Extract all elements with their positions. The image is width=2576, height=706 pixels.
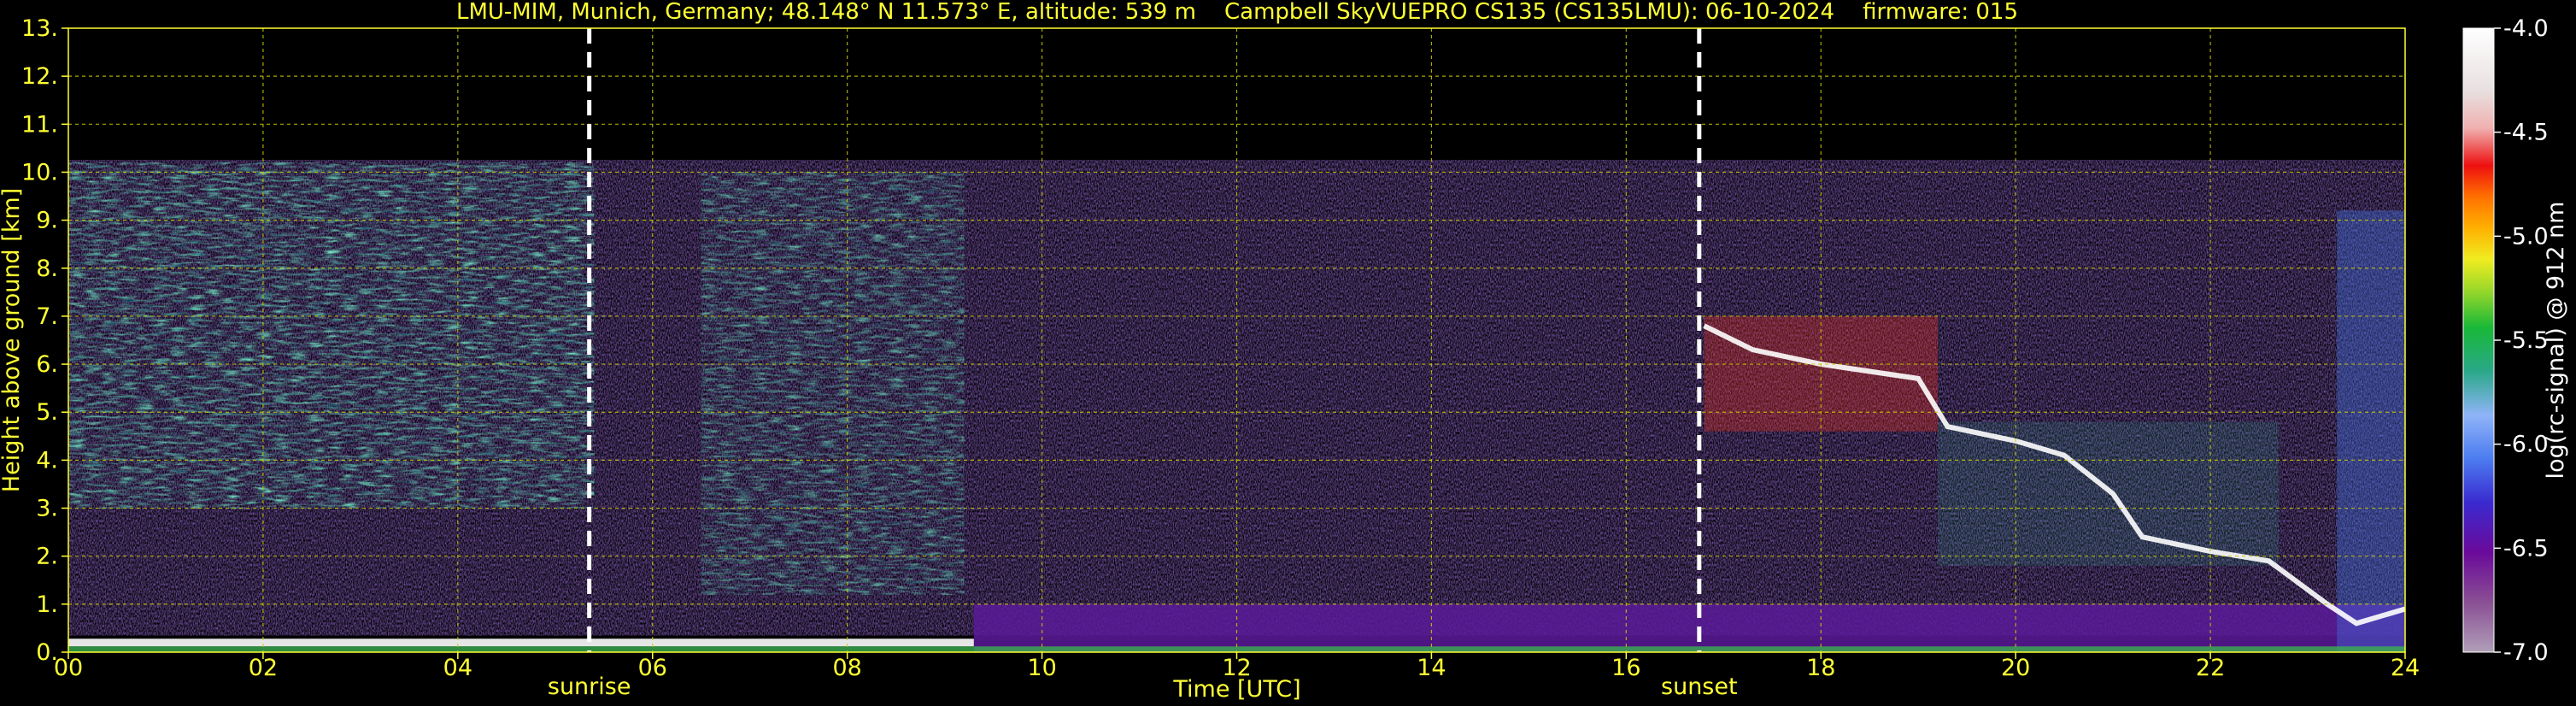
feature-0 xyxy=(68,162,595,509)
y-tick-label-2: 2. xyxy=(36,544,58,570)
cb-tick-label-4: -6.0 xyxy=(2503,432,2549,458)
y-tick-label-4: 4. xyxy=(36,447,58,474)
x-tick-label-3: 06 xyxy=(638,655,667,681)
y-axis-label: Height above ground [km] xyxy=(0,188,25,492)
ceilometer-chart: sunrise sunset 0.1.2.3.4.5.6.7.8.9.10.11.… xyxy=(0,0,2569,703)
cb-tick-label-5: -6.5 xyxy=(2503,535,2549,562)
cb-tick-label-6: -7.0 xyxy=(2503,639,2549,666)
cb-tick-label-3: -5.5 xyxy=(2503,327,2549,354)
x-tick-label-10: 20 xyxy=(2001,655,2030,681)
x-tick-label-1: 02 xyxy=(249,655,278,681)
y-tick-label-11: 11. xyxy=(21,111,58,138)
x-tick-label-7: 14 xyxy=(1417,655,1446,681)
y-tick-label-5: 5. xyxy=(36,399,58,426)
x-axis-label: Time [UTC] xyxy=(1172,676,1300,703)
feature-1 xyxy=(701,172,965,595)
y-tick-label-13: 13. xyxy=(21,15,58,42)
y-tick-label-7: 7. xyxy=(36,303,58,330)
x-tick-label-0: 00 xyxy=(54,655,83,681)
y-axis-ticks: 0.1.2.3.4.5.6.7.8.9.10.11.12.13. xyxy=(21,15,68,666)
x-tick-label-11: 22 xyxy=(2196,655,2225,681)
x-tick-label-4: 08 xyxy=(832,655,861,681)
feature-2 xyxy=(973,603,2405,652)
cb-tick-label-0: -4.0 xyxy=(2503,15,2549,42)
y-tick-label-10: 10. xyxy=(21,159,58,185)
event-label-sunset: sunset xyxy=(1661,674,1738,700)
colorbar-label: log(rc-signal) @ 912 nm xyxy=(2543,202,2569,479)
y-tick-label-6: 6. xyxy=(36,351,58,378)
feature-5 xyxy=(2337,210,2405,652)
feature-4 xyxy=(1938,421,2279,566)
colorbar xyxy=(2462,27,2495,653)
x-tick-label-9: 18 xyxy=(1806,655,1835,681)
chart-title: LMU-MIM, Munich, Germany; 48.148° N 11.5… xyxy=(456,0,2018,25)
x-tick-label-5: 10 xyxy=(1027,655,1056,681)
cb-tick-label-1: -4.5 xyxy=(2503,120,2549,146)
y-tick-label-9: 9. xyxy=(36,208,58,234)
cb-tick-label-2: -5.0 xyxy=(2503,223,2549,250)
x-tick-label-2: 04 xyxy=(443,655,472,681)
y-tick-label-12: 12. xyxy=(21,63,58,90)
x-tick-label-8: 16 xyxy=(1611,655,1640,681)
y-tick-label-8: 8. xyxy=(36,256,58,282)
y-tick-label-1: 1. xyxy=(36,591,58,618)
surface-layer xyxy=(68,638,974,647)
colorbar-ticks: -4.0 -4.5 -5.0 -5.5 -6.0 -6.5 -7.0 xyxy=(2494,15,2549,666)
x-tick-label-12: 24 xyxy=(2391,655,2420,681)
event-label-sunrise: sunrise xyxy=(548,674,631,700)
y-tick-label-3: 3. xyxy=(36,496,58,522)
